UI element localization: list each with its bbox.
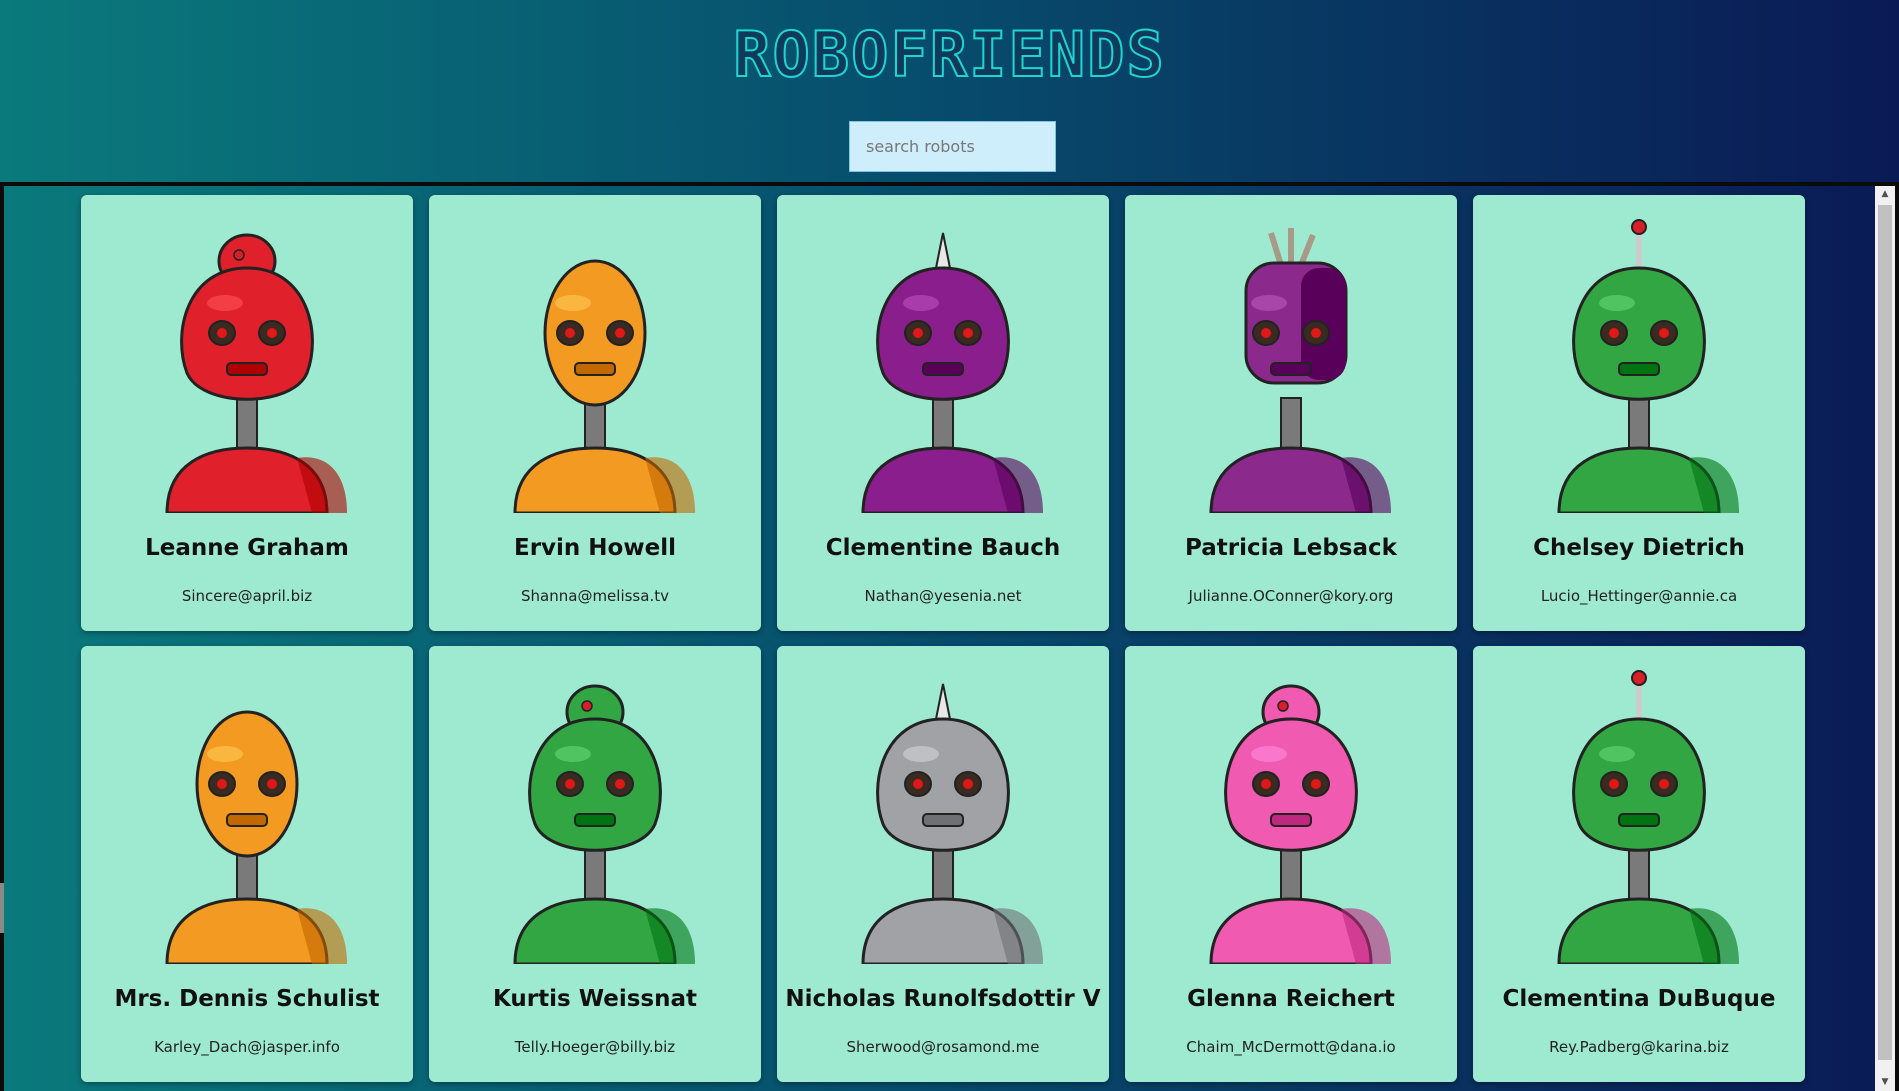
robot-name: Clementine Bauch [825,535,1061,561]
search-input[interactable] [849,121,1056,172]
robot-name: Mrs. Dennis Schulist [114,986,380,1012]
robot-card[interactable]: Kurtis Weissnat Telly.Hoeger@billy.biz [429,646,761,1082]
robot-email: Rey.Padberg@karina.biz [1549,1038,1729,1056]
robot-email: Karley_Dach@jasper.info [154,1038,340,1056]
robot-card[interactable]: Leanne Graham Sincere@april.biz [81,195,413,631]
robot-email: Nathan@yesenia.net [864,587,1022,605]
robot-avatar [445,664,745,964]
side-handle[interactable] [0,883,4,933]
robot-card[interactable]: Glenna Reichert Chaim_McDermott@dana.io [1125,646,1457,1082]
robot-name: Clementina DuBuque [1502,986,1776,1012]
robot-email: Chaim_McDermott@dana.io [1186,1038,1396,1056]
scrollbar-thumb[interactable] [1878,205,1892,1060]
robot-avatar [1489,213,1789,513]
robot-avatar [445,213,745,513]
robot-card[interactable]: Chelsey Dietrich Lucio_Hettinger@annie.ca [1473,195,1805,631]
robot-card[interactable]: Ervin Howell Shanna@melissa.tv [429,195,761,631]
robot-email: Telly.Hoeger@billy.biz [514,1038,676,1056]
scroll-down-arrow-icon[interactable]: ▼ [1875,1074,1895,1091]
robot-list-scroll-area[interactable]: Leanne Graham Sincere@april.biz Ervin How… [0,182,1899,1091]
robot-avatar [1489,664,1789,964]
robot-name: Nicholas Runolfsdottir V [785,986,1101,1012]
robot-avatar [97,664,397,964]
robot-name: Leanne Graham [145,535,349,561]
robot-email: Julianne.OConner@kory.org [1188,587,1394,605]
robot-name: Patricia Lebsack [1185,535,1397,561]
header: ROBOFRIENDS [0,0,1899,182]
robot-avatar [793,213,1093,513]
robot-name: Ervin Howell [514,535,676,561]
robot-card[interactable]: Clementine Bauch Nathan@yesenia.net [777,195,1109,631]
robot-avatar [1141,664,1441,964]
robot-card[interactable]: Clementina DuBuque Rey.Padberg@karina.biz [1473,646,1805,1082]
vertical-scrollbar[interactable]: ▲ ▼ [1875,186,1895,1091]
robot-email: Shanna@melissa.tv [521,587,669,605]
robot-card[interactable]: Mrs. Dennis Schulist Karley_Dach@jasper.i… [81,646,413,1082]
robot-name: Glenna Reichert [1187,986,1395,1012]
robot-avatar [1141,213,1441,513]
robot-card[interactable]: Patricia Lebsack Julianne.OConner@kory.or… [1125,195,1457,631]
app-logo: ROBOFRIENDS [732,17,1166,92]
robot-email: Sincere@april.biz [181,587,313,605]
robot-email: Sherwood@rosamond.me [846,1038,1040,1056]
robot-email: Lucio_Hettinger@annie.ca [1540,587,1738,605]
scroll-up-arrow-icon[interactable]: ▲ [1875,186,1895,203]
robot-card[interactable]: Nicholas Runolfsdottir V Sherwood@rosamon… [777,646,1109,1082]
robot-avatar [793,664,1093,964]
robot-avatar [97,213,397,513]
robot-name: Kurtis Weissnat [492,986,697,1012]
robot-name: Chelsey Dietrich [1533,535,1745,561]
card-grid: Leanne Graham Sincere@april.biz Ervin How… [4,186,1895,1091]
